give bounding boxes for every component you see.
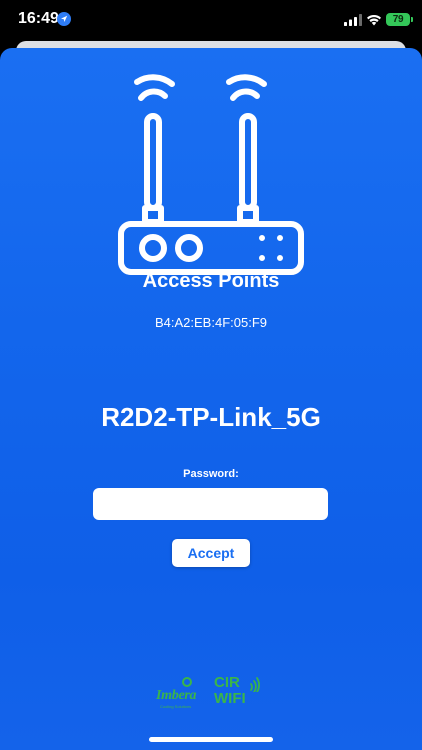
imbera-logo-text: Imbera bbox=[156, 688, 197, 703]
wifi-icon bbox=[367, 14, 381, 26]
router-icon bbox=[118, 74, 304, 275]
wifi-waves-icon bbox=[250, 677, 260, 692]
access-point-card: Access Points B4:A2:EB:4F:05:F9 R2D2-TP-… bbox=[0, 48, 422, 750]
location-arrow-icon bbox=[57, 12, 71, 26]
status-bar: 16:49 79 bbox=[0, 0, 422, 40]
accept-button[interactable]: Accept bbox=[172, 539, 250, 567]
app-screen: 16:49 79 Access Points B4:A2:EB:4F:05:F9… bbox=[0, 0, 422, 750]
battery-level: 79 bbox=[392, 14, 404, 25]
cellular-signal-icon bbox=[344, 14, 362, 26]
status-time: 16:49 bbox=[18, 10, 59, 27]
wifi-logo-text: WIFI bbox=[214, 690, 246, 707]
password-label: Password: bbox=[183, 468, 239, 480]
imbera-logo-subtext: Cooling Solutions bbox=[160, 704, 192, 709]
access-points-title: Access Points bbox=[142, 270, 280, 292]
password-input[interactable] bbox=[93, 488, 328, 520]
mac-address: B4:A2:EB:4F:05:F9 bbox=[154, 315, 267, 330]
imbera-logo-mark bbox=[182, 677, 192, 687]
cirwifi-logo: CIR WIFI bbox=[212, 674, 272, 714]
home-indicator[interactable] bbox=[149, 737, 273, 742]
network-ssid: R2D2-TP-Link_5G bbox=[101, 402, 321, 432]
cir-logo-text: CIR bbox=[214, 674, 240, 691]
battery-icon: 79 bbox=[386, 13, 413, 26]
imbera-logo: Imbera Cooling Solutions bbox=[156, 676, 212, 712]
